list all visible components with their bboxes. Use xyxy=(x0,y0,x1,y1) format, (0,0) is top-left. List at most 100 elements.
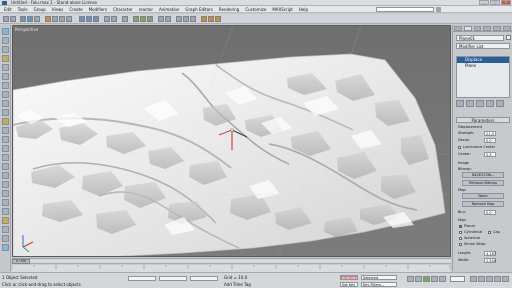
slice-plane-icon[interactable] xyxy=(2,190,9,197)
hierarchy-tab-icon[interactable] xyxy=(473,26,482,31)
object-color-swatch[interactable] xyxy=(506,35,511,40)
strength-spinner[interactable]: 21.0 xyxy=(484,131,496,136)
grow-icon[interactable] xyxy=(2,91,9,98)
inset-icon[interactable] xyxy=(2,127,9,134)
remove-bitmap-button[interactable]: Remove Bitmap xyxy=(462,180,504,186)
search-input[interactable] xyxy=(376,7,434,12)
shrink-wrap-radio[interactable] xyxy=(459,243,462,246)
utilities-tab-icon[interactable] xyxy=(503,26,511,31)
relax-icon[interactable] xyxy=(2,226,9,233)
blur-spinner[interactable]: 0.0 xyxy=(484,210,496,215)
attach-icon[interactable] xyxy=(2,235,9,242)
meshsmooth-icon[interactable] xyxy=(2,199,9,206)
previous-frame-icon[interactable] xyxy=(415,276,422,282)
make-unique-icon[interactable] xyxy=(476,100,484,107)
scale-icon[interactable] xyxy=(93,16,99,22)
selection-region-icon[interactable] xyxy=(59,16,65,22)
edges-icon[interactable] xyxy=(2,46,9,53)
parameters-rollout[interactable]: Parameters xyxy=(456,117,510,123)
curve-editor-icon[interactable] xyxy=(183,16,189,22)
snap-icon[interactable] xyxy=(133,16,139,22)
polygon-modeling-icon[interactable] xyxy=(2,37,9,44)
show-end-result-icon[interactable] xyxy=(466,100,474,107)
zoom-icon[interactable] xyxy=(470,276,477,282)
mirror-icon[interactable] xyxy=(158,16,164,22)
viewport-label[interactable]: Perspective xyxy=(15,27,38,32)
track-bar[interactable] xyxy=(12,265,451,272)
go-to-start-icon[interactable] xyxy=(407,276,414,282)
maximize-viewport-icon[interactable] xyxy=(502,276,509,282)
search-icon[interactable] xyxy=(436,7,441,12)
menu-maxscript[interactable]: MAXScript xyxy=(269,6,296,13)
luminance-center-checkbox[interactable] xyxy=(458,146,461,149)
menu-modifiers[interactable]: Modifiers xyxy=(86,6,110,13)
menu-customize[interactable]: Customize xyxy=(242,6,269,13)
x-coordinate-field[interactable] xyxy=(128,276,156,281)
cap-checkbox[interactable] xyxy=(488,231,491,234)
configure-sets-icon[interactable] xyxy=(496,100,504,107)
render-setup-icon[interactable] xyxy=(208,16,214,22)
percent-snap-icon[interactable] xyxy=(147,16,153,22)
menu-help[interactable]: Help xyxy=(296,6,311,13)
material-editor-icon[interactable] xyxy=(201,16,207,22)
connect-icon[interactable] xyxy=(2,163,9,170)
target-weld-icon[interactable] xyxy=(2,154,9,161)
layer-manager-icon[interactable] xyxy=(176,16,182,22)
graphite-tool-icon[interactable] xyxy=(2,28,9,35)
play-icon[interactable] xyxy=(423,276,430,282)
cylindrical-radio[interactable] xyxy=(459,231,462,234)
pan-view-icon[interactable] xyxy=(486,276,493,282)
spherical-radio[interactable] xyxy=(459,237,462,240)
auto-key-button[interactable]: Auto Key xyxy=(340,275,358,280)
key-filters-button[interactable]: Key Filters... xyxy=(361,282,397,287)
menu-animation[interactable]: Animation xyxy=(156,6,182,13)
menu-tools[interactable]: Tools xyxy=(15,6,31,13)
object-name-field[interactable]: Plane01 xyxy=(456,35,504,41)
perspective-viewport[interactable]: Perspective xyxy=(12,25,451,257)
terrain-mesh[interactable] xyxy=(13,26,451,257)
time-slider[interactable]: 0 / 100 xyxy=(12,259,451,264)
create-tab-icon[interactable] xyxy=(454,26,462,31)
bevel-icon[interactable] xyxy=(2,118,9,125)
add-time-tag-button[interactable]: Add Time Tag xyxy=(224,282,251,287)
3dsmax-app-icon[interactable] xyxy=(2,1,7,5)
chamfer-icon[interactable] xyxy=(2,100,9,107)
modifier-stack[interactable]: Displace Plane xyxy=(456,56,510,98)
modifier-list-dropdown[interactable]: Modifier List xyxy=(456,43,510,49)
length-spinner[interactable]: 4.167 xyxy=(484,251,496,256)
decay-spinner[interactable]: 0.0 xyxy=(484,138,496,143)
center-spinner[interactable]: 0.5 xyxy=(484,152,496,157)
make-planar-icon[interactable] xyxy=(2,217,9,224)
remove-map-button[interactable]: Remove Map xyxy=(462,201,504,207)
undo-icon[interactable] xyxy=(3,16,9,22)
shrink-icon[interactable] xyxy=(2,82,9,89)
maximize-button[interactable]: □ xyxy=(490,0,500,5)
pin-stack-icon[interactable] xyxy=(456,100,464,107)
motion-tab-icon[interactable] xyxy=(483,26,492,31)
select-object-icon[interactable] xyxy=(45,16,51,22)
menu-character[interactable]: Character xyxy=(110,6,136,13)
go-to-end-icon[interactable] xyxy=(439,276,446,282)
ring-icon[interactable] xyxy=(2,73,9,80)
bitmap-button[interactable]: N42E013W... xyxy=(462,172,504,178)
extrude-icon[interactable] xyxy=(2,109,9,116)
y-coordinate-field[interactable] xyxy=(159,276,187,281)
angle-snap-icon[interactable] xyxy=(140,16,146,22)
planar-radio[interactable] xyxy=(459,225,462,228)
pivot-center-icon[interactable] xyxy=(111,16,117,22)
menu-rendering[interactable]: Rendering xyxy=(216,6,242,13)
vertex-icon[interactable] xyxy=(2,55,9,62)
schematic-view-icon[interactable] xyxy=(190,16,196,22)
unlink-icon[interactable] xyxy=(27,16,33,22)
map-button[interactable]: None xyxy=(462,193,504,199)
orbit-icon[interactable] xyxy=(494,276,501,282)
window-crossing-icon[interactable] xyxy=(66,16,72,22)
rotate-icon[interactable] xyxy=(86,16,92,22)
render-icon[interactable] xyxy=(215,16,221,22)
menu-views[interactable]: Views xyxy=(49,6,67,13)
z-coordinate-field[interactable] xyxy=(190,276,218,281)
current-frame-field[interactable] xyxy=(450,276,465,282)
remove-icon[interactable] xyxy=(2,172,9,179)
reference-coordinate-icon[interactable] xyxy=(104,16,110,22)
time-slider-thumb[interactable]: 0 / 100 xyxy=(12,259,30,264)
